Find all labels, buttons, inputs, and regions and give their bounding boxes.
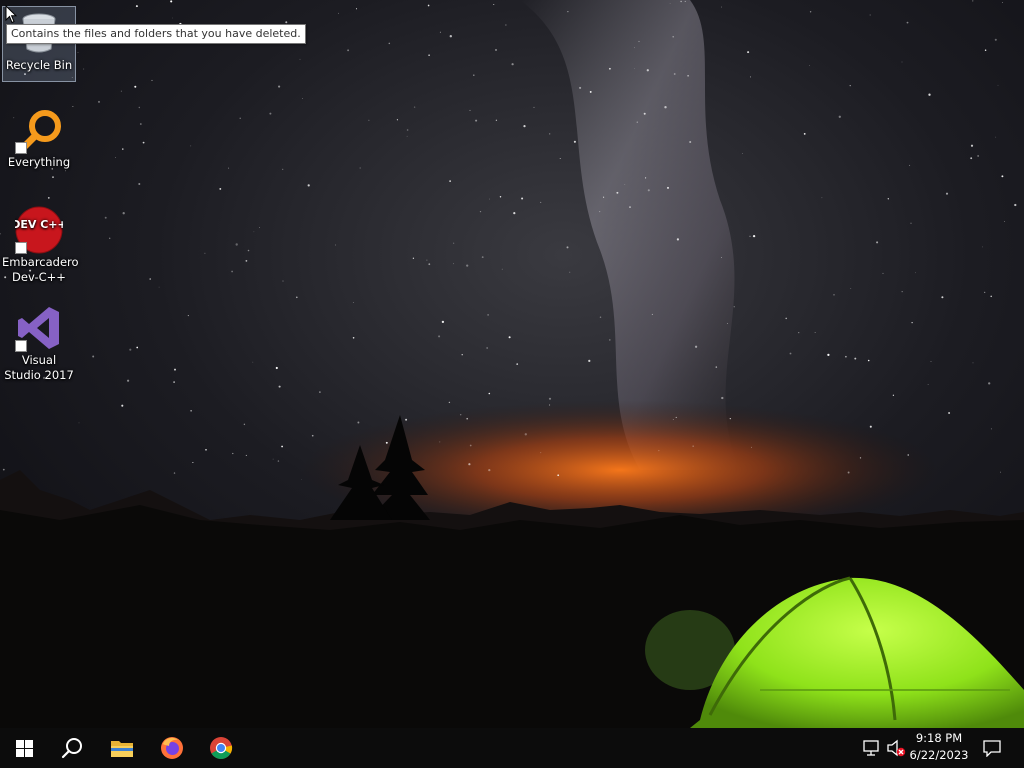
taskbar-chrome[interactable] — [197, 728, 245, 768]
visual-studio-icon — [15, 304, 63, 352]
tray-network[interactable] — [862, 738, 882, 758]
shortcut-arrow-icon — [15, 340, 27, 352]
recycle-bin-label: Recycle Bin — [5, 58, 73, 72]
everything-search-icon — [15, 106, 63, 154]
visual-studio-label: Visual Studio 2017 — [4, 353, 74, 382]
devcpp-icon: DEV C++ — [11, 206, 67, 254]
action-center-button[interactable] — [978, 728, 1006, 768]
wallpaper-image — [0, 0, 1024, 728]
mouse-pointer-icon — [5, 5, 17, 24]
desktop-icon-everything[interactable]: Everything — [2, 104, 76, 180]
clock-date: 6/22/2023 — [909, 748, 969, 762]
recycle-bin-tooltip: Contains the files and folders that you … — [6, 24, 306, 44]
desktop-icon-devcpp[interactable]: DEV C++ Embarcadero Dev-C++ — [2, 204, 79, 290]
taskbar-file-explorer[interactable] — [98, 728, 146, 768]
taskbar: 9:18 PM 6/22/2023 — [0, 728, 1024, 768]
action-center-icon — [983, 740, 1001, 757]
windows-logo-icon — [15, 739, 33, 757]
start-button[interactable] — [0, 728, 48, 768]
network-icon — [863, 740, 879, 756]
volume-muted-icon — [887, 739, 906, 757]
taskbar-firefox[interactable] — [148, 728, 196, 768]
shortcut-arrow-icon — [15, 242, 27, 254]
tray-volume[interactable] — [886, 738, 906, 758]
clock-time: 9:18 PM — [915, 731, 963, 745]
chrome-icon — [210, 737, 233, 759]
search-button[interactable] — [48, 728, 96, 768]
folder-icon — [111, 741, 133, 757]
desktop-icon-visual-studio[interactable]: Visual Studio 2017 — [2, 302, 76, 388]
taskbar-clock[interactable]: 9:18 PM 6/22/2023 — [904, 730, 974, 766]
firefox-icon — [161, 737, 183, 759]
devcpp-badge-text: DEV C++ — [15, 218, 63, 231]
desktop[interactable]: Recycle Bin Everything DEV C++ Embarcade… — [0, 0, 1024, 728]
everything-label: Everything — [7, 155, 71, 169]
shortcut-arrow-icon — [15, 142, 27, 154]
devcpp-label: Embarcadero Dev-C++ — [2, 255, 79, 284]
search-icon — [61, 738, 82, 759]
